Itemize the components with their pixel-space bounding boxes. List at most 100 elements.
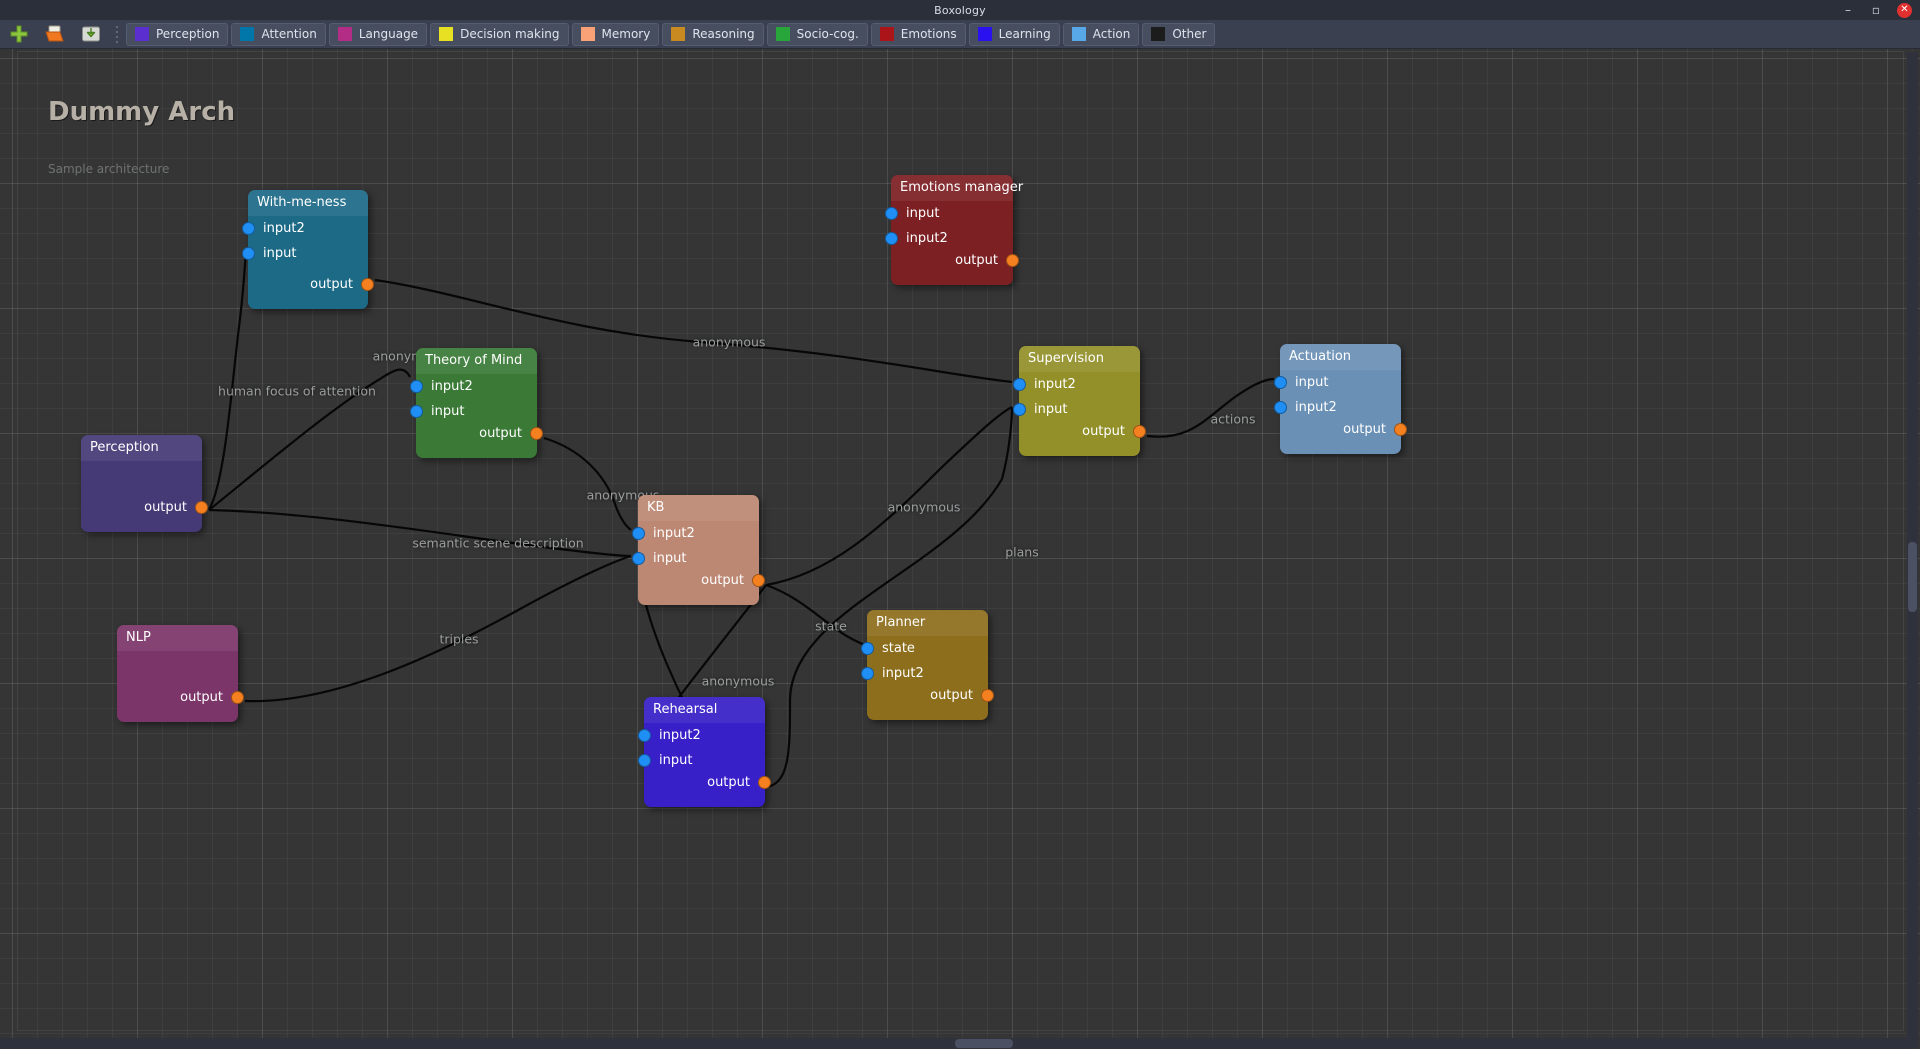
- node-perception[interactable]: Perception output: [81, 435, 208, 532]
- category-button-attention[interactable]: Attention: [231, 22, 326, 46]
- port-dot-icon[interactable]: [861, 667, 874, 680]
- category-color-swatch: [775, 27, 790, 41]
- port-dot-icon[interactable]: [530, 427, 543, 440]
- node-supervision[interactable]: Supervision input2 input output: [1013, 346, 1146, 456]
- new-icon[interactable]: [2, 21, 36, 48]
- input-port-input2[interactable]: input2: [242, 221, 305, 236]
- input-port-input2[interactable]: input2: [885, 231, 948, 246]
- output-port-output[interactable]: output: [180, 690, 244, 705]
- output-port-output[interactable]: output: [144, 500, 208, 515]
- category-button-perception[interactable]: Perception: [126, 22, 229, 46]
- input-port-input2[interactable]: input2: [638, 728, 701, 743]
- port-dot-icon[interactable]: [885, 232, 898, 245]
- port-dot-icon[interactable]: [242, 247, 255, 260]
- node-kb[interactable]: KB input2 input output: [632, 495, 765, 605]
- output-port-output[interactable]: output: [310, 277, 374, 292]
- port-dot-icon[interactable]: [1133, 425, 1146, 438]
- port-dot-icon[interactable]: [632, 527, 645, 540]
- port-dot-icon[interactable]: [752, 574, 765, 587]
- node-title: With-me-ness: [257, 195, 347, 210]
- port-dot-icon[interactable]: [758, 776, 771, 789]
- port-label: state: [882, 641, 915, 656]
- node-actuation[interactable]: Actuation input input2 output: [1274, 344, 1407, 454]
- input-port-input2[interactable]: input2: [632, 526, 695, 541]
- minimize-button[interactable]: –: [1841, 3, 1855, 17]
- port-dot-icon[interactable]: [195, 501, 208, 514]
- graph-canvas[interactable]: Dummy Arch Sample architecture anonymous…: [0, 49, 1920, 1049]
- category-label: Action: [1092, 27, 1131, 41]
- close-button[interactable]: ✕: [1897, 2, 1912, 18]
- port-dot-icon[interactable]: [231, 691, 244, 704]
- output-port-output[interactable]: output: [1082, 424, 1146, 439]
- node-nlp[interactable]: NLP output: [117, 625, 244, 722]
- port-dot-icon[interactable]: [1394, 423, 1407, 436]
- output-port-output[interactable]: output: [479, 426, 543, 441]
- category-color-swatch: [439, 27, 454, 41]
- port-dot-icon[interactable]: [1006, 254, 1019, 267]
- category-button-language[interactable]: Language: [328, 22, 428, 46]
- edge-e-kb-planner[interactable]: [765, 583, 869, 648]
- port-dot-icon[interactable]: [410, 405, 423, 418]
- category-button-socio-cog[interactable]: Socio-cog.: [766, 22, 868, 46]
- toolbar-grip[interactable]: [112, 23, 121, 45]
- category-button-decision-making[interactable]: Decision making: [430, 22, 569, 46]
- category-palette: Perception Attention Language Decision maki…: [126, 22, 1218, 46]
- category-button-emotions[interactable]: Emotions: [870, 22, 966, 46]
- port-dot-icon[interactable]: [885, 207, 898, 220]
- output-port-output[interactable]: output: [707, 775, 771, 790]
- edge-e-perception-withmeness[interactable]: [208, 250, 248, 511]
- input-port-input[interactable]: input: [410, 404, 464, 419]
- node-with-me-ness[interactable]: With-me-ness input2 input output: [242, 190, 374, 309]
- input-port-input[interactable]: input: [1274, 375, 1328, 390]
- output-port-output[interactable]: output: [955, 253, 1019, 268]
- port-label: output: [180, 690, 223, 705]
- port-dot-icon[interactable]: [981, 689, 994, 702]
- port-dot-icon[interactable]: [1274, 401, 1287, 414]
- port-dot-icon[interactable]: [1013, 378, 1026, 391]
- port-dot-icon[interactable]: [242, 222, 255, 235]
- port-dot-icon[interactable]: [1013, 403, 1026, 416]
- node-title: Theory of Mind: [425, 353, 523, 368]
- open-folder-icon[interactable]: [38, 21, 72, 48]
- input-port-input2[interactable]: input2: [1274, 400, 1337, 415]
- vertical-scrollbar-thumb[interactable]: [1908, 542, 1917, 612]
- port-dot-icon[interactable]: [861, 642, 874, 655]
- input-port-input[interactable]: input: [885, 206, 939, 221]
- maximize-button[interactable]: ▫: [1869, 3, 1883, 17]
- node-emotions-manager[interactable]: Emotions manager input input2 output: [885, 175, 1023, 285]
- vertical-scrollbar[interactable]: [1907, 52, 1918, 1048]
- input-port-input[interactable]: input: [638, 753, 692, 768]
- node-planner[interactable]: Planner state input2 output: [861, 610, 994, 720]
- port-dot-icon[interactable]: [638, 729, 651, 742]
- category-button-reasoning[interactable]: Reasoning: [662, 22, 764, 46]
- edge-e-nlp-kb[interactable]: [244, 554, 632, 703]
- horizontal-scrollbar-thumb[interactable]: [955, 1039, 1013, 1048]
- output-port-output[interactable]: output: [1343, 422, 1407, 437]
- edge-e-rehearsal-supervision[interactable]: [765, 406, 1014, 789]
- input-port-input[interactable]: input: [242, 246, 296, 261]
- input-port-input[interactable]: input: [632, 551, 686, 566]
- category-button-learning[interactable]: Learning: [968, 22, 1060, 46]
- input-port-state[interactable]: state: [861, 641, 915, 656]
- input-port-input2[interactable]: input2: [1013, 377, 1076, 392]
- output-port-output[interactable]: output: [701, 573, 765, 588]
- save-icon[interactable]: [74, 21, 108, 48]
- edge-e-theoryofmind-kb[interactable]: [543, 436, 632, 531]
- category-button-memory[interactable]: Memory: [571, 22, 660, 46]
- port-dot-icon[interactable]: [361, 278, 374, 291]
- input-port-input2[interactable]: input2: [861, 666, 924, 681]
- port-dot-icon[interactable]: [410, 380, 423, 393]
- horizontal-scrollbar[interactable]: [0, 1038, 1908, 1049]
- port-dot-icon[interactable]: [1274, 376, 1287, 389]
- input-port-input[interactable]: input: [1013, 402, 1067, 417]
- port-dot-icon[interactable]: [632, 552, 645, 565]
- port-dot-icon[interactable]: [638, 754, 651, 767]
- category-button-action[interactable]: Action: [1062, 22, 1140, 46]
- category-button-other[interactable]: Other: [1142, 22, 1216, 46]
- edge-e-kb-supervision[interactable]: [765, 406, 1013, 587]
- input-port-input2[interactable]: input2: [410, 379, 473, 394]
- output-port-output[interactable]: output: [930, 688, 994, 703]
- edge-e-supervision-actuation[interactable]: [1146, 377, 1275, 438]
- node-rehearsal[interactable]: Rehearsal input2 input output: [638, 697, 771, 807]
- node-theory-of-mind[interactable]: Theory of Mind input2 input output: [410, 348, 543, 458]
